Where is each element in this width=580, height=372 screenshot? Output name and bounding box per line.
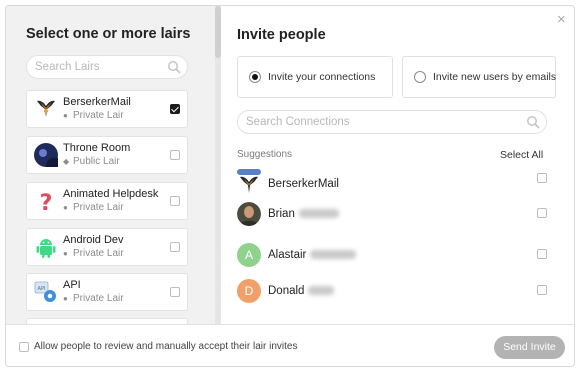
berserkermail-logo-icon [237, 169, 261, 193]
modal-footer: Allow people to review and manually acce… [6, 324, 574, 366]
lair-checkbox[interactable] [170, 242, 180, 252]
suggestions-heading: Suggestions [237, 149, 293, 160]
lair-checkbox[interactable] [170, 196, 180, 206]
scrollbar-thumb[interactable] [215, 6, 221, 58]
lair-name: Android Dev [63, 234, 124, 246]
lair-privacy: ● Private Lair [63, 202, 124, 213]
lock-icon: ● [63, 203, 68, 212]
invite-connections-option[interactable]: Invite your connections [237, 56, 393, 98]
throne-room-avatar-icon [34, 143, 58, 167]
allow-review-label: Allow people to review and manually acce… [34, 341, 298, 352]
search-icon [527, 116, 540, 129]
svg-text:?: ? [40, 191, 53, 213]
invite-emails-option[interactable]: Invite new users by emails [402, 56, 556, 98]
lair-name: API [63, 279, 81, 291]
person-name: Donald [268, 285, 335, 297]
lair-selection-panel: Select one or more lairs Search Lairs Be… [6, 6, 215, 338]
redacted-surname [310, 250, 357, 260]
lair-privacy: ● Private Lair [63, 293, 124, 304]
lair-search-placeholder: Search Lairs [35, 61, 100, 73]
lair-privacy: ● Private Lair [63, 248, 124, 259]
lair-list-scrollbar[interactable] [215, 6, 221, 324]
person-checkbox[interactable] [537, 208, 547, 218]
lair-name: Animated Helpdesk [63, 188, 159, 200]
connection-search-input[interactable]: Search Connections [237, 110, 547, 134]
select-all-button[interactable]: Select All [500, 149, 543, 161]
search-icon [168, 61, 181, 74]
lock-icon: ● [63, 294, 68, 303]
invite-emails-label: Invite new users by emails [433, 71, 557, 83]
lair-name: BerserkerMail [63, 96, 131, 108]
suggestion-row[interactable]: Brian [237, 202, 547, 230]
lair-panel-title: Select one or more lairs [26, 26, 191, 42]
lair-checkbox[interactable] [170, 287, 180, 297]
question-mark-icon: ? [40, 191, 53, 213]
lair-privacy: ● Private Lair [63, 110, 124, 121]
user-photo-avatar [237, 202, 261, 226]
lair-privacy-label: Public Lair [73, 156, 120, 167]
send-invite-button[interactable]: Send Invite [494, 336, 565, 359]
android-robot-icon [36, 239, 56, 258]
suggestion-row[interactable]: A Alastair [237, 243, 547, 271]
lair-privacy-label: Private Lair [73, 202, 124, 213]
lair-item-animated-helpdesk[interactable]: ? Animated Helpdesk ● Private Lair [26, 182, 188, 220]
redacted-surname [308, 286, 335, 296]
person-first-name: Donald [268, 285, 305, 297]
lock-icon: ● [63, 111, 68, 120]
person-name: Alastair [268, 249, 357, 261]
invite-connections-label: Invite your connections [268, 71, 376, 83]
redacted-surname [298, 209, 339, 219]
svg-text:API: API [38, 286, 46, 292]
lair-privacy-label: Private Lair [73, 293, 124, 304]
invite-modal: Select one or more lairs Search Lairs Be… [5, 5, 575, 367]
suggestion-row[interactable]: D Donald [237, 279, 547, 307]
person-name: BerserkerMail [268, 178, 339, 190]
lair-privacy: ◆ Public Lair [63, 156, 120, 167]
person-first-name: Brian [268, 208, 295, 220]
lair-checkbox[interactable] [170, 104, 180, 114]
allow-review-checkbox[interactable] [19, 342, 29, 352]
lock-icon: ● [63, 249, 68, 258]
letter-avatar: A [237, 243, 261, 267]
connection-search-placeholder: Search Connections [246, 116, 350, 128]
lair-search-input[interactable]: Search Lairs [26, 55, 188, 79]
lair-privacy-label: Private Lair [73, 248, 124, 259]
invite-panel-title: Invite people [237, 27, 326, 43]
share-icon: ◆ [63, 157, 70, 166]
lair-checkbox[interactable] [170, 150, 180, 160]
person-checkbox[interactable] [537, 249, 547, 259]
suggestion-row[interactable]: BerserkerMail [237, 167, 547, 195]
lair-item-berserkermail[interactable]: BerserkerMail ● Private Lair [26, 90, 188, 128]
lair-item-api[interactable]: API API ● Private Lair [26, 273, 188, 311]
person-first-name: Alastair [268, 249, 307, 261]
letter-avatar: D [237, 279, 261, 303]
api-gear-icon: API [34, 281, 56, 302]
lair-item-android-dev[interactable]: Android Dev ● Private Lair [26, 228, 188, 266]
radio-unselected[interactable] [414, 71, 426, 83]
lair-privacy-label: Private Lair [73, 110, 124, 121]
close-icon[interactable]: × [557, 11, 566, 28]
person-name: Brian [268, 208, 339, 220]
person-checkbox[interactable] [537, 285, 547, 295]
person-checkbox[interactable] [537, 173, 547, 183]
lair-name: Throne Room [63, 142, 131, 154]
lair-item-throne-room[interactable]: Throne Room ◆ Public Lair [26, 136, 188, 174]
radio-selected[interactable] [249, 71, 261, 83]
berserkermail-logo-icon [37, 100, 55, 117]
